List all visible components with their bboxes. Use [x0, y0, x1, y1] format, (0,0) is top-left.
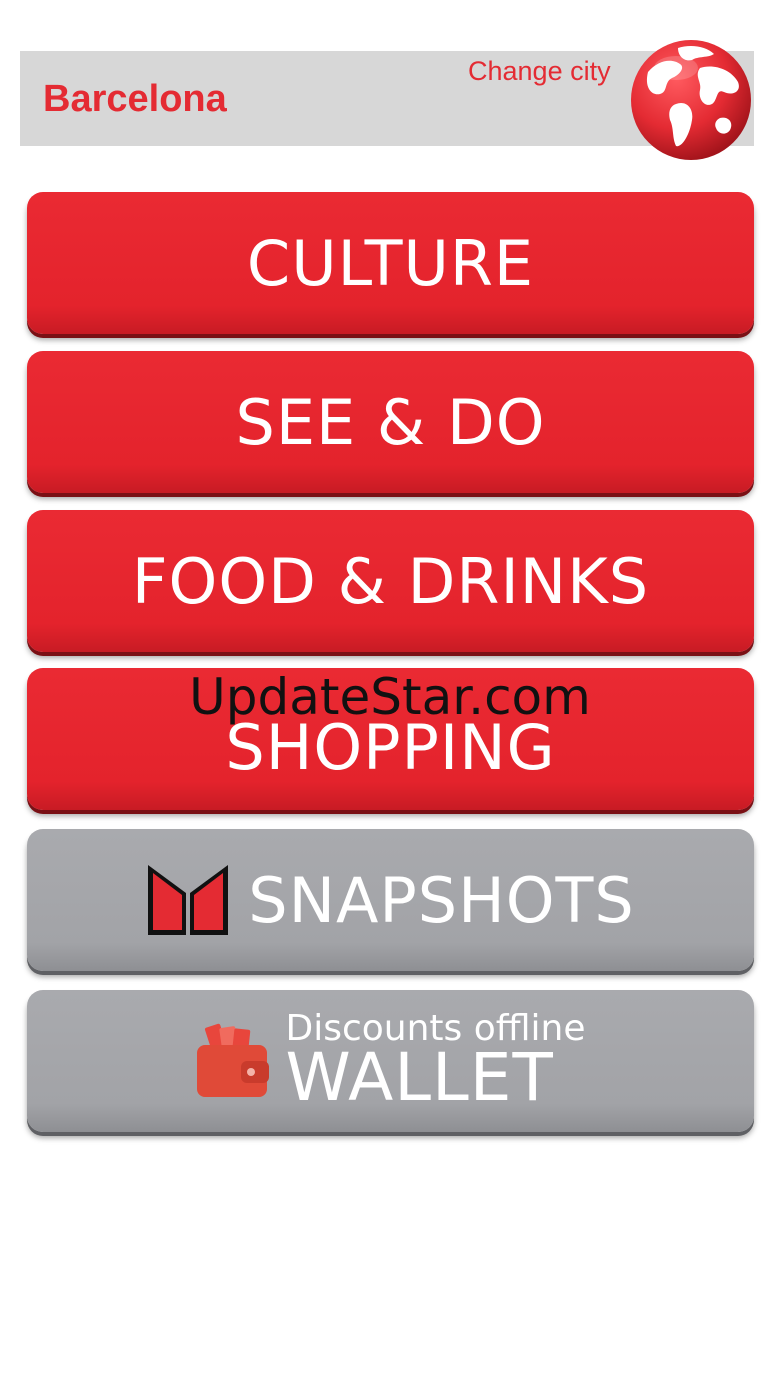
culture-label: CULTURE	[246, 226, 535, 300]
wallet-label: WALLET	[285, 1039, 554, 1116]
culture-button[interactable]: CULTURE	[27, 192, 754, 334]
food-drinks-label: FOOD & DRINKS	[131, 544, 650, 618]
shopping-label: SHOPPING	[225, 710, 556, 784]
snapshots-logo-icon	[148, 865, 229, 935]
wallet-icon	[197, 1023, 270, 1097]
shopping-button[interactable]: SHOPPING	[27, 668, 754, 810]
city-guide-screen: Barcelona Change city CULTURE SEE & DO F…	[0, 0, 780, 1387]
food-drinks-button[interactable]: FOOD & DRINKS	[27, 510, 754, 652]
wallet-text: Discounts offline WALLET	[285, 1011, 585, 1111]
wallet-button[interactable]: Discounts offline WALLET	[27, 990, 754, 1132]
see-do-label: SEE & DO	[235, 385, 546, 459]
snapshots-content: SNAPSHOTS	[146, 863, 635, 937]
city-name: Barcelona	[43, 78, 227, 120]
globe-icon[interactable]	[628, 38, 754, 162]
wallet-content: Discounts offline WALLET	[195, 1011, 586, 1111]
see-do-button[interactable]: SEE & DO	[27, 351, 754, 493]
change-city-link[interactable]: Change city	[468, 55, 611, 87]
snapshots-button[interactable]: SNAPSHOTS	[27, 829, 754, 971]
snapshots-label: SNAPSHOTS	[248, 863, 635, 937]
